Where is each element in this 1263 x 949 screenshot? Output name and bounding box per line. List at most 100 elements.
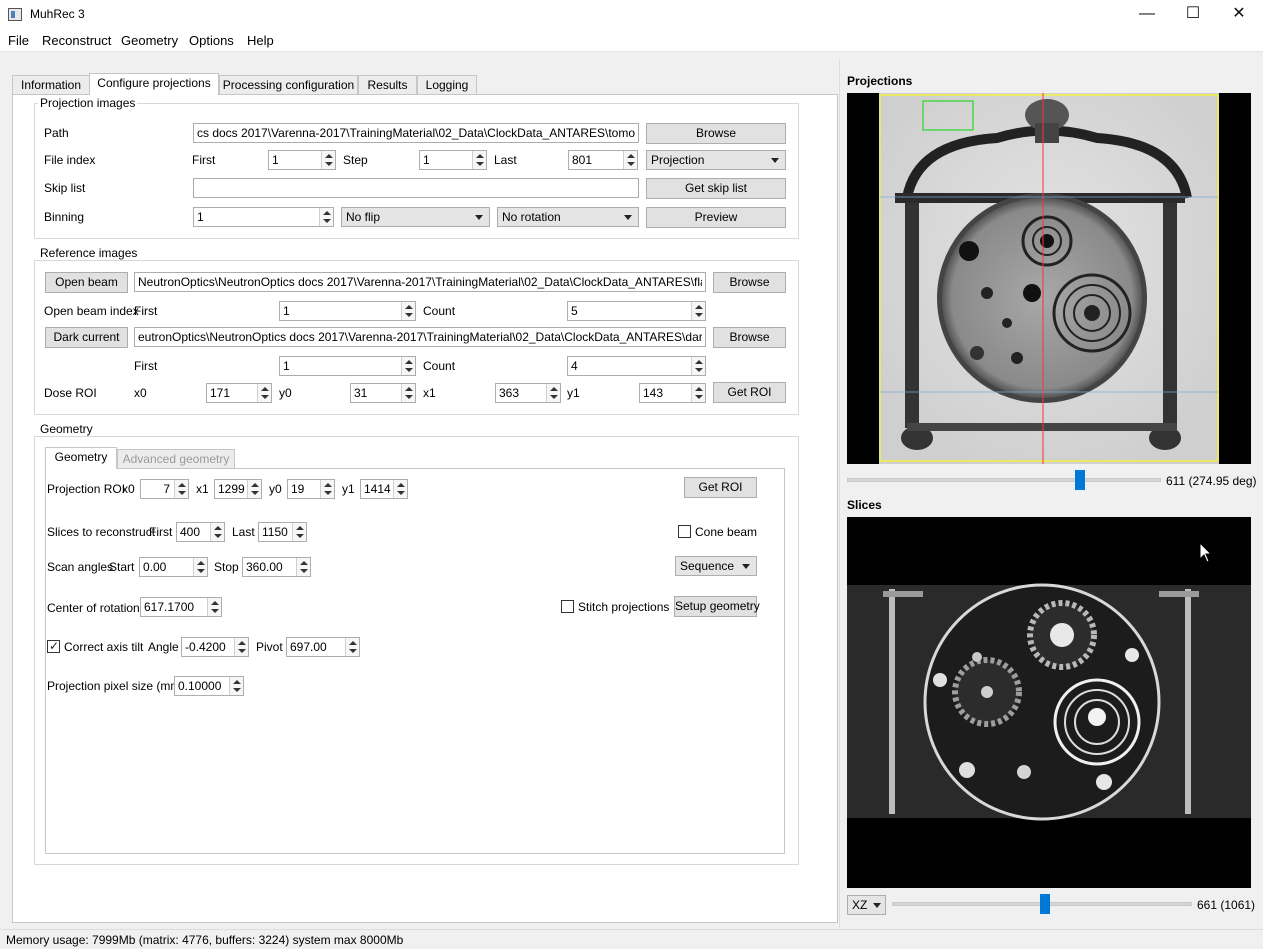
roi-y0-spinbox[interactable]: 19 (287, 479, 335, 499)
browse-projections-button[interactable]: Browse (646, 123, 786, 144)
spin-arrows-icon[interactable] (193, 558, 207, 576)
tab-information[interactable]: Information (12, 75, 90, 95)
spin-arrows-icon[interactable] (691, 384, 705, 402)
spin-arrows-icon[interactable] (257, 384, 271, 402)
spin-arrows-icon[interactable] (472, 151, 486, 169)
menu-geometry[interactable]: Geometry (121, 33, 178, 48)
menu-help[interactable]: Help (247, 33, 274, 48)
panel-splitter[interactable] (839, 60, 840, 928)
maximize-button[interactable]: ☐ (1170, 0, 1216, 30)
tab-results[interactable]: Results (358, 75, 417, 95)
slice-plane-combo[interactable]: XZ (847, 895, 886, 915)
spin-arrows-icon[interactable] (401, 384, 415, 402)
step-spinbox[interactable]: 1 (419, 150, 487, 170)
roi-x0-spinbox[interactable]: 7 (140, 479, 189, 499)
menu-file[interactable]: File (8, 33, 29, 48)
slices-last-spinbox[interactable]: 1150 (258, 522, 307, 542)
scan-stop-spinbox[interactable]: 360.00 (242, 557, 311, 577)
center-of-rotation-value: 617.1700 (144, 600, 195, 614)
reference-images-title: Reference images (38, 246, 140, 260)
stitch-projections-checkbox[interactable] (561, 600, 574, 613)
last-index-spinbox[interactable]: 801 (568, 150, 638, 170)
ob-first-spinbox[interactable]: 1 (279, 301, 416, 321)
correct-axis-tilt-checkbox[interactable] (47, 639, 60, 653)
dose-x1-spinbox[interactable]: 363 (495, 383, 561, 403)
projection-slider-track[interactable] (847, 478, 1161, 482)
spin-arrows-icon[interactable] (320, 480, 334, 498)
spin-arrows-icon[interactable] (210, 523, 224, 541)
pivot-spinbox[interactable]: 697.00 (286, 637, 360, 657)
dark-current-button[interactable]: Dark current (45, 327, 128, 348)
roi-y1-spinbox[interactable]: 1414 (360, 479, 408, 499)
spin-arrows-icon[interactable] (292, 523, 306, 541)
dose-x0-spinbox[interactable]: 171 (206, 383, 272, 403)
dc-first-value: 1 (283, 359, 290, 373)
spin-arrows-icon[interactable] (247, 480, 261, 498)
spin-arrows-icon[interactable] (229, 677, 243, 695)
chevron-down-icon (742, 564, 750, 569)
browse-dark-current-button[interactable]: Browse (713, 327, 786, 348)
spin-arrows-icon[interactable] (691, 302, 705, 320)
spin-arrows-icon[interactable] (401, 302, 415, 320)
spin-arrows-icon[interactable] (296, 558, 310, 576)
spin-arrows-icon[interactable] (174, 480, 188, 498)
scan-order-combo[interactable]: Sequence (675, 556, 757, 576)
first-index-spinbox[interactable]: 1 (268, 150, 336, 170)
dose-get-roi-button[interactable]: Get ROI (713, 382, 786, 403)
close-button[interactable]: ✕ (1216, 0, 1262, 30)
dc-count-spinbox[interactable]: 4 (567, 356, 706, 376)
projection-get-roi-button[interactable]: Get ROI (684, 477, 757, 498)
flip-combo[interactable]: No flip (341, 207, 490, 227)
pixel-size-spinbox[interactable]: 0.10000 (174, 676, 244, 696)
cone-beam-checkbox[interactable] (678, 525, 691, 538)
projection-roi-label: Projection ROI (47, 482, 126, 496)
setup-geometry-button[interactable]: Setup geometry (674, 596, 760, 617)
spin-arrows-icon[interactable] (691, 357, 705, 375)
preview-button[interactable]: Preview (646, 207, 786, 228)
roi-x1-spinbox[interactable]: 1299 (214, 479, 262, 499)
spin-arrows-icon[interactable] (393, 480, 407, 498)
projection-image[interactable] (847, 93, 1251, 464)
dose-y0-spinbox[interactable]: 31 (350, 383, 416, 403)
projection-slider-handle[interactable] (1075, 470, 1085, 490)
tab-configure-projections[interactable]: Configure projections (89, 73, 219, 95)
center-of-rotation-spinbox[interactable]: 617.1700 (140, 597, 222, 617)
dc-first-spinbox[interactable]: 1 (279, 356, 416, 376)
browse-open-beam-button[interactable]: Browse (713, 272, 786, 293)
minimize-button[interactable]: — (1124, 0, 1170, 30)
scan-start-spinbox[interactable]: 0.00 (139, 557, 208, 577)
spin-arrows-icon[interactable] (345, 638, 359, 656)
skip-list-input[interactable] (193, 178, 639, 198)
spin-arrows-icon[interactable] (546, 384, 560, 402)
tab-processing-configuration[interactable]: Processing configuration (219, 75, 358, 95)
spin-arrows-icon[interactable] (321, 151, 335, 169)
projections-title: Projections (847, 74, 913, 88)
tab-logging[interactable]: Logging (417, 75, 477, 95)
tab-geometry[interactable]: Geometry (45, 447, 117, 469)
open-beam-button[interactable]: Open beam (45, 272, 128, 293)
ob-count-spinbox[interactable]: 5 (567, 301, 706, 321)
slice-image[interactable] (847, 517, 1251, 888)
slice-plane-value: XZ (852, 898, 868, 912)
rotation-combo[interactable]: No rotation (497, 207, 639, 227)
menu-bar: File Reconstruct Geometry Options Help (0, 30, 1263, 52)
spin-arrows-icon[interactable] (234, 638, 248, 656)
image-type-combo[interactable]: Projection (646, 150, 786, 170)
slice-index-readout: 661 (1061) (1197, 898, 1256, 912)
binning-spinbox[interactable]: 1 (193, 207, 334, 227)
dark-current-path-input[interactable] (134, 327, 706, 347)
slice-slider-handle[interactable] (1039, 894, 1050, 914)
menu-options[interactable]: Options (189, 33, 234, 48)
menu-reconstruct[interactable]: Reconstruct (42, 33, 111, 48)
dc-count-value: 4 (571, 359, 578, 373)
spin-arrows-icon[interactable] (401, 357, 415, 375)
spin-arrows-icon[interactable] (623, 151, 637, 169)
open-beam-path-input[interactable] (134, 272, 706, 292)
projection-path-input[interactable] (193, 123, 639, 143)
get-skip-list-button[interactable]: Get skip list (646, 178, 786, 199)
spin-arrows-icon[interactable] (207, 598, 221, 616)
slices-first-spinbox[interactable]: 400 (176, 522, 225, 542)
spin-arrows-icon[interactable] (319, 208, 333, 226)
tilt-angle-spinbox[interactable]: -0.4200 (181, 637, 249, 657)
dose-y1-spinbox[interactable]: 143 (639, 383, 706, 403)
